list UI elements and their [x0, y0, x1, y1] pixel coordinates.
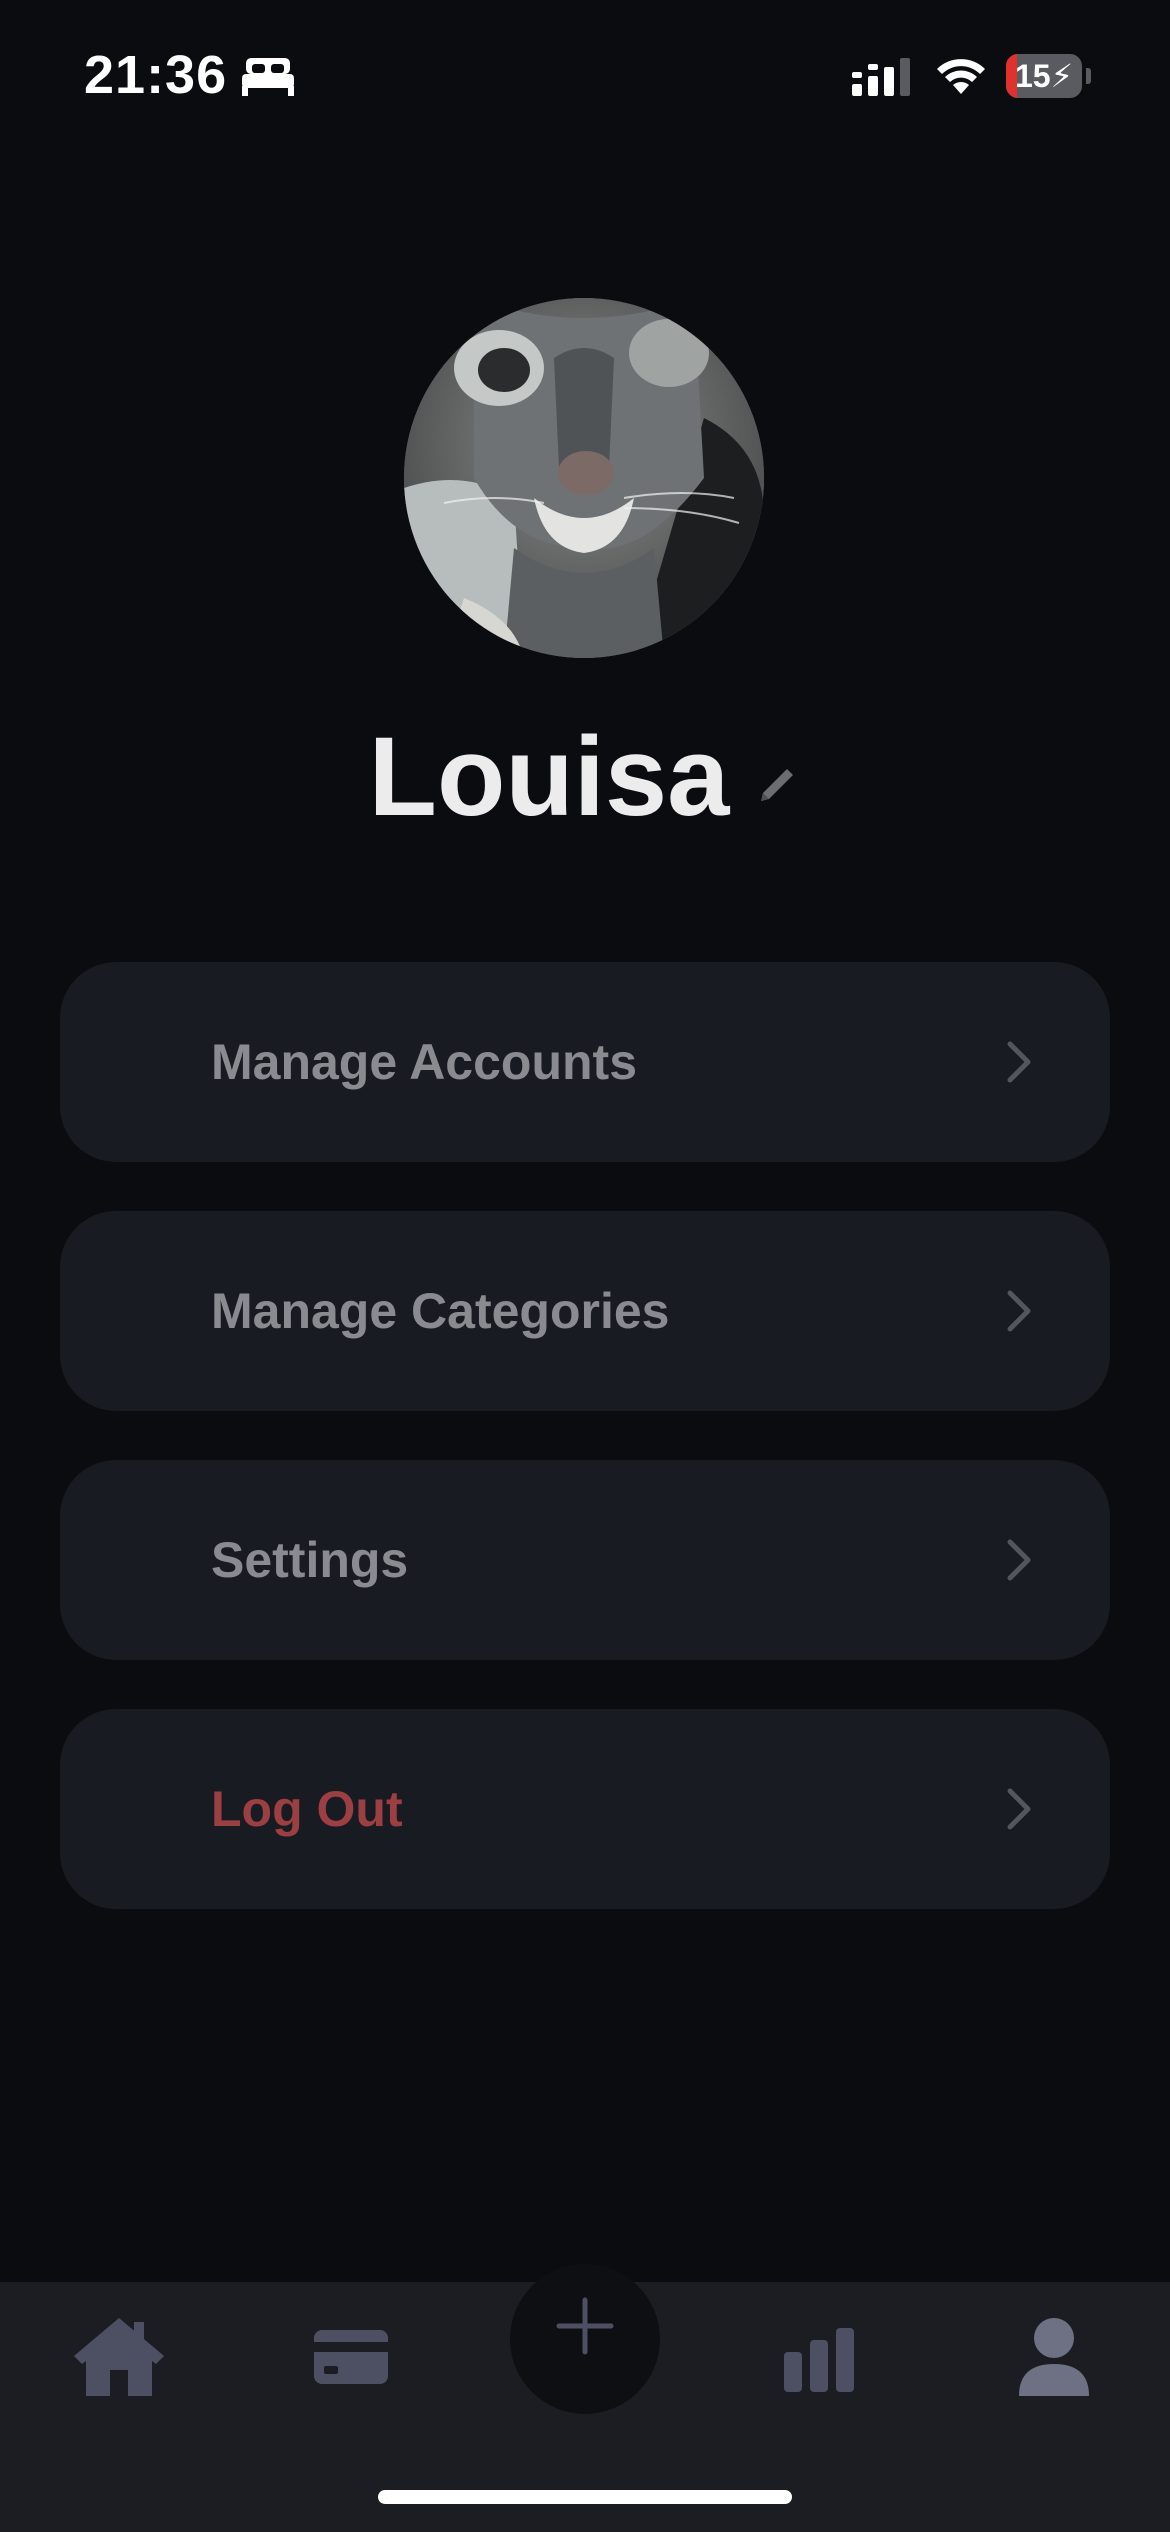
- add-transaction-button[interactable]: [510, 2264, 660, 2414]
- status-bar: 21:36 15⚡: [0, 0, 1170, 150]
- cat-photo-avatar: [404, 298, 764, 658]
- manage-accounts-button[interactable]: Manage Accounts: [60, 962, 1110, 1162]
- chevron-right-icon: [1004, 1038, 1034, 1086]
- manage-categories-button[interactable]: Manage Categories: [60, 1211, 1110, 1411]
- battery-percentage: 15⚡: [1014, 58, 1074, 94]
- chevron-right-icon: [1004, 1287, 1034, 1335]
- sleep-bed-icon: [240, 56, 296, 96]
- pencil-icon[interactable]: [753, 761, 801, 809]
- menu-item-label: Settings: [211, 1532, 409, 1588]
- battery-indicator: 15⚡: [1006, 54, 1082, 98]
- menu-item-label: Log Out: [211, 1781, 403, 1837]
- home-indicator[interactable]: [378, 2490, 792, 2504]
- settings-button[interactable]: Settings: [60, 1460, 1110, 1660]
- chevron-right-icon: [1004, 1785, 1034, 1833]
- menu-item-label: Manage Categories: [211, 1283, 670, 1339]
- profile-name: Louisa: [368, 714, 730, 839]
- tab-profile[interactable]: [999, 2312, 1109, 2402]
- bar-chart-icon: [784, 2328, 854, 2392]
- status-time: 21:36: [84, 45, 228, 105]
- tab-home[interactable]: [64, 2312, 174, 2402]
- chevron-right-icon: [1004, 1536, 1034, 1584]
- menu-item-label: Manage Accounts: [211, 1034, 638, 1090]
- wifi-icon: [934, 54, 988, 96]
- home-icon: [74, 2318, 164, 2396]
- cellular-signal-icon: [852, 56, 914, 98]
- plus-icon: [556, 2297, 614, 2355]
- profile-icon: [1019, 2318, 1089, 2396]
- profile-avatar[interactable]: [404, 298, 764, 658]
- profile-name-row: Louisa: [0, 712, 1170, 842]
- card-icon: [314, 2330, 388, 2384]
- battery-cap: [1086, 68, 1091, 84]
- log-out-button[interactable]: Log Out: [60, 1709, 1110, 1909]
- tab-cards[interactable]: [296, 2312, 406, 2402]
- tab-statistics[interactable]: [764, 2312, 874, 2402]
